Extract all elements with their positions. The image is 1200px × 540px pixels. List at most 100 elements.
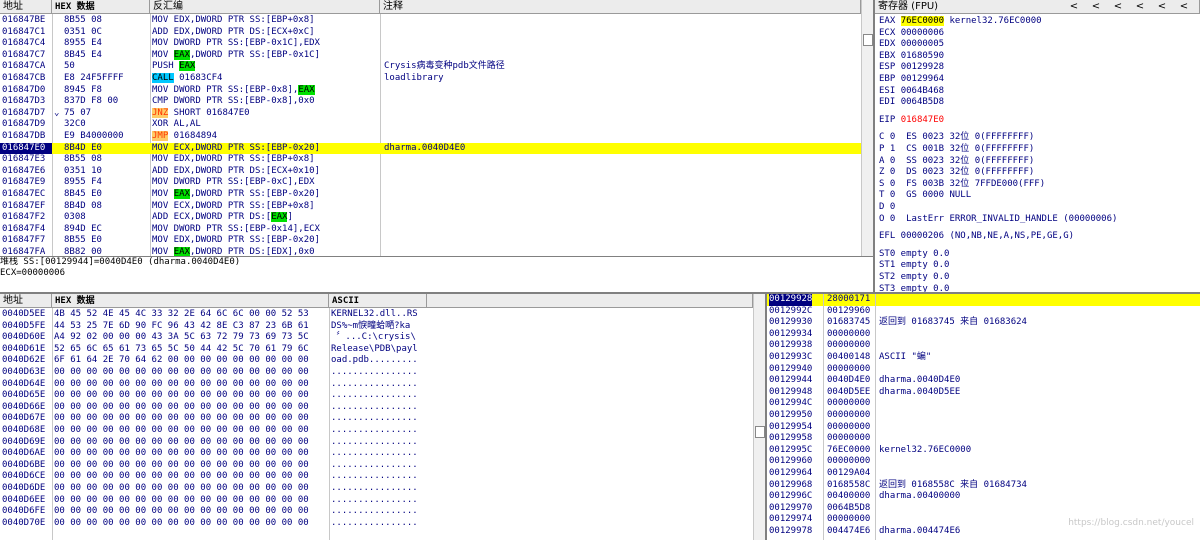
disasm-row[interactable]: 016847F2 0308 ADD ECX,DWORD PTR DS:[EAX] [0,212,861,224]
column-header-hex[interactable]: HEX 数据 [52,0,150,14]
disasm-row[interactable]: 016847E6 0351 10 ADD EDX,DWORD PTR DS:[ECX… [0,166,861,178]
stack-row[interactable]: 00129958 00000000 [767,433,1200,445]
dump-header-hex[interactable]: HEX 数据 [52,294,329,308]
flag-row[interactable]: C 0 ES 0023 32位 0(FFFFFFFF) [879,132,1034,144]
dump-row[interactable]: 0040D70E 00 00 00 00 00 00 00 00 00 00 00… [0,518,753,530]
registers-pane[interactable]: 寄存器 (FPU) < < < < < < EAX 76EC0000 kernel32.7… [875,0,1200,292]
stack-row[interactable]: 00129934 00000000 [767,329,1200,341]
dump-row[interactable]: 0040D61E 52 65 6C 65 61 73 65 5C 50 44 42… [0,344,753,356]
register-row[interactable]: ECX 00000006 [879,28,944,40]
stack-row[interactable]: 00129968 0168558C 返回到 0168558C 来自 01684734 [767,480,1200,492]
flag-row[interactable]: Z 0 DS 0023 32位 0(FFFFFFFF) [879,167,1034,179]
disasm-row[interactable]: 016847D7 ⌄ 75 07 JNZ SHORT 016847E0 [0,107,861,120]
dump-row[interactable]: 0040D5FE 44 53 25 7E 6D 90 FC 96 43 42 8E… [0,321,753,333]
column-header-disasm[interactable]: 反汇编 [150,0,380,14]
stack-row[interactable]: 0012995C 76EC0000 kernel32.76EC0000 [767,445,1200,457]
disasm-row[interactable]: 016847C4 8955 E4 MOV DWORD PTR SS:[EBP-0x1… [0,38,861,50]
dump-row[interactable]: 0040D62E 6F 61 64 2E 70 64 62 00 00 00 00… [0,355,753,367]
stack-row[interactable]: 0012996C 00400000 dharma.00400000 [767,491,1200,503]
flag-row[interactable]: T 0 GS 0000 NULL [879,190,971,202]
nav-left-button[interactable]: < [1173,0,1195,14]
flag-row[interactable]: P 1 CS 001B 32位 0(FFFFFFFF) [879,144,1034,156]
dump-header-ascii[interactable]: ASCII [329,294,427,308]
column-header-comment[interactable]: 注释 [380,0,861,14]
register-row[interactable]: EDI 0064B5D8 [879,97,944,109]
nav-left-button[interactable]: < [1151,0,1173,14]
disasm-row[interactable]: 016847D0 8945 F8 MOV DWORD PTR SS:[EBP-0x8… [0,84,861,97]
register-row[interactable]: EAX 76EC0000 kernel32.76EC0000 [879,16,1042,28]
disasm-row[interactable]: 016847CB E8 24F5FFFF CALL 01683CF4 loadlibr… [0,73,861,85]
stack-row[interactable]: 00129970 0064B5D8 [767,503,1200,515]
stack-row[interactable]: 00129930 01683745 返回到 01683745 来自 01683624 [767,317,1200,329]
register-row-eip[interactable]: EIP 016847E0 [879,115,944,127]
stack-row[interactable]: 00129954 00000000 [767,422,1200,434]
dump-row[interactable]: 0040D6FE 00 00 00 00 00 00 00 00 00 00 00… [0,506,753,518]
register-value[interactable]: 016847E0 [901,115,944,125]
nav-left-button[interactable]: < [1063,0,1085,14]
scrollbar-thumb[interactable] [755,426,765,438]
fpu-row[interactable]: ST1 empty 0.0 [879,260,949,272]
dump-row[interactable]: 0040D65E 00 00 00 00 00 00 00 00 00 00 00… [0,390,753,402]
disasm-row[interactable]: 016847E0 8B4D E0 MOV ECX,DWORD PTR SS:[EBP… [0,142,861,155]
efl-row[interactable]: EFL 00000206 (NO,NB,NE,A,NS,PE,GE,G) [879,231,1074,243]
horizontal-splitter[interactable] [0,256,873,257]
stack-row[interactable]: 0012994C 00000000 [767,398,1200,410]
disasm-row[interactable]: 016847C1 0351 0C ADD EDX,DWORD PTR DS:[ECX… [0,27,861,39]
stack-row[interactable]: 00129940 00000000 [767,364,1200,376]
disasm-row[interactable]: 016847FA 8B82 00 MOV EAX,DWORD PTR DS:[EDX… [0,247,861,256]
stack-row[interactable]: 0012992C 00129960 [767,306,1200,318]
disasm-row[interactable]: 016847C7 8B45 E4 MOV EAX,DWORD PTR SS:[EBP… [0,49,861,62]
scrollbar-thumb[interactable] [863,34,873,46]
register-row[interactable]: EBP 00129964 [879,74,944,86]
fpu-row[interactable]: ST0 empty 0.0 [879,249,949,261]
dump-row[interactable]: 0040D64E 00 00 00 00 00 00 00 00 00 00 00… [0,379,753,391]
register-value[interactable]: 0064B5D8 [901,97,944,107]
dump-row[interactable]: 0040D5EE 4B 45 52 4E 45 4C 33 32 2E 64 6C… [0,309,753,321]
dump-row[interactable]: 0040D6AE 00 00 00 00 00 00 00 00 00 00 00… [0,448,753,460]
fpu-row[interactable]: ST3 empty 0.0 [879,284,949,292]
register-row[interactable]: EBX 01680590 [879,51,944,63]
nav-left-button[interactable]: < [1129,0,1151,14]
disasm-row[interactable]: 016847E9 8955 F4 MOV DWORD PTR SS:[EBP-0xC… [0,177,861,189]
disasm-scrollbar[interactable] [861,0,873,256]
stack-row[interactable]: 00129938 00000000 [767,340,1200,352]
register-value[interactable]: 00129964 [901,74,944,84]
disasm-row[interactable]: 016847D3 837D F8 00 CMP DWORD PTR SS:[EBP-… [0,96,861,108]
fpu-row[interactable]: ST2 empty 0.0 [879,272,949,284]
stack-pane[interactable]: 00129928 28000171 0012992C 00129960 00129930… [767,294,1200,540]
register-value[interactable]: 0064B468 [901,86,944,96]
register-value[interactable]: 00129928 [901,62,944,72]
flag-row[interactable]: A 0 SS 0023 32位 0(FFFFFFFF) [879,156,1034,168]
flag-row[interactable]: D 0 [879,202,895,214]
disasm-row[interactable]: 016847EC 8B45 E0 MOV EAX,DWORD PTR SS:[EBP… [0,189,861,201]
register-row[interactable]: EDX 00000005 [879,39,944,51]
dump-row[interactable]: 0040D63E 00 00 00 00 00 00 00 00 00 00 00… [0,367,753,379]
flag-row[interactable]: O 0 LastErr ERROR_INVALID_HANDLE (000000… [879,214,1117,226]
disassembly-pane[interactable]: 地址 HEX 数据 反汇编 注释 016847BE 8B55 08 MOV EDX,… [0,0,873,256]
stack-row[interactable]: 00129948 0040D5EE dharma.0040D5EE [767,387,1200,399]
stack-row[interactable]: 00129944 0040D4E0 dharma.0040D4E0 [767,375,1200,387]
disasm-row[interactable]: 016847E3 8B55 08 MOV EDX,DWORD PTR SS:[EBP… [0,154,861,166]
column-header-address[interactable]: 地址 [0,0,52,14]
dump-row[interactable]: 0040D6DE 00 00 00 00 00 00 00 00 00 00 00… [0,483,753,495]
disasm-row[interactable]: 016847CA 50 PUSH EAX Crysis病毒变种pdb文件路径 [0,61,861,73]
register-value[interactable]: 76EC0000 [900,16,945,26]
disasm-row[interactable]: 016847DB E9 B4000000 JMP 01684894 [0,131,861,143]
register-value[interactable]: 00000006 [901,28,944,38]
register-value[interactable]: 00000005 [901,39,944,49]
registers-header[interactable]: 寄存器 (FPU) < < < < < < [875,0,1200,14]
dump-row[interactable]: 0040D68E 00 00 00 00 00 00 00 00 00 00 00… [0,425,753,437]
dump-row[interactable]: 0040D60E A4 92 02 00 00 00 43 3A 5C 63 72… [0,332,753,344]
stack-row[interactable]: 0012993C 00400148 ASCII "蝙" [767,352,1200,364]
dump-row[interactable]: 0040D6CE 00 00 00 00 00 00 00 00 00 00 00… [0,471,753,483]
register-value[interactable]: 01680590 [901,51,944,61]
stack-row[interactable]: 00129964 00129A04 [767,468,1200,480]
vertical-splitter[interactable] [873,0,875,292]
disasm-row[interactable]: 016847F4 894D EC MOV DWORD PTR SS:[EBP-0x1… [0,224,861,236]
dump-scrollbar[interactable] [753,294,765,540]
register-row[interactable]: ESP 00129928 [879,62,944,74]
dump-row[interactable]: 0040D66E 00 00 00 00 00 00 00 00 00 00 00… [0,402,753,414]
disasm-row[interactable]: 016847BE 8B55 08 MOV EDX,DWORD PTR SS:[EBP… [0,15,861,27]
disasm-row[interactable]: 016847F7 8B55 E0 MOV EDX,DWORD PTR SS:[EBP… [0,235,861,247]
dump-row[interactable]: 0040D67E 00 00 00 00 00 00 00 00 00 00 00… [0,413,753,425]
